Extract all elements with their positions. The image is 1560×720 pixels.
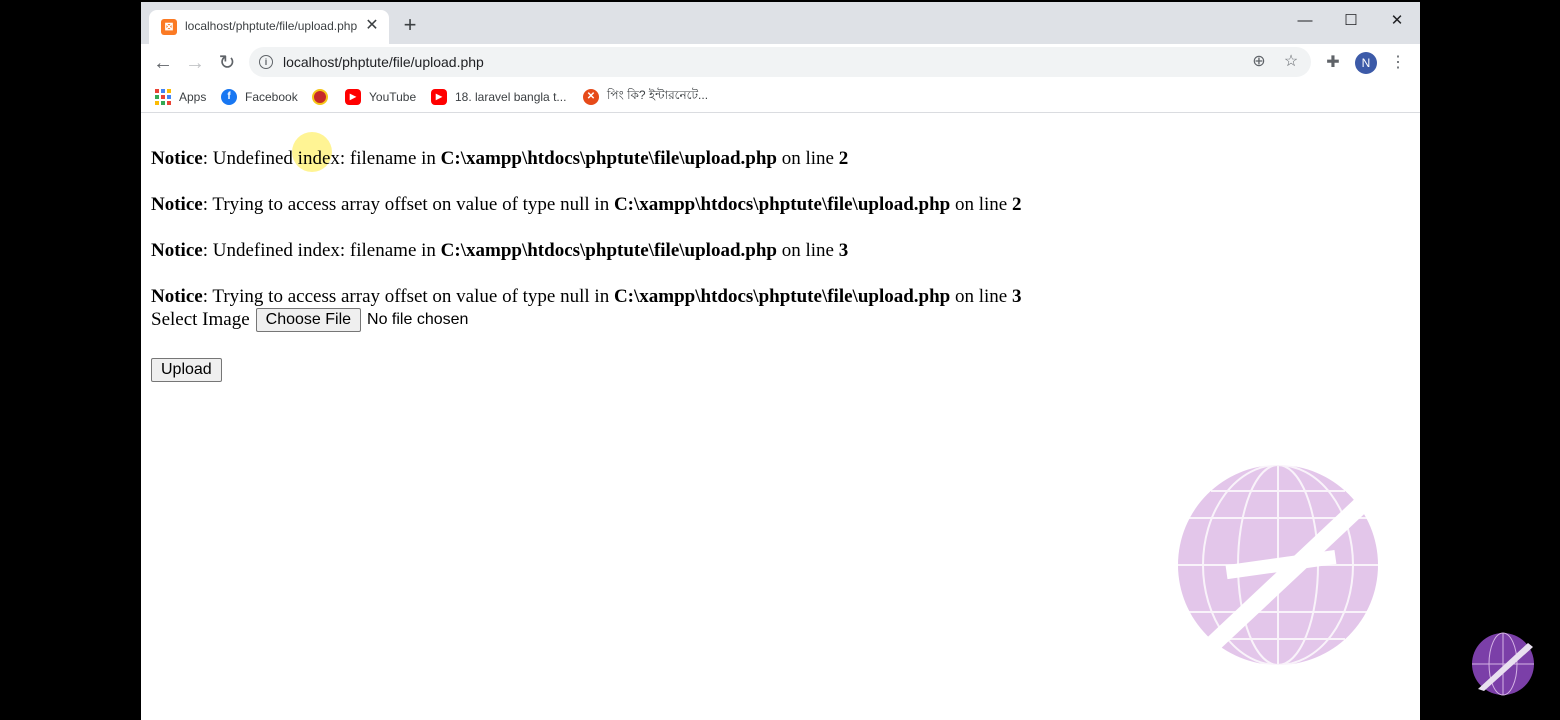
menu-kebab-icon[interactable]: ⋮	[1387, 52, 1409, 74]
youtube-icon: ▶	[431, 89, 447, 105]
back-icon[interactable]: ←	[150, 50, 176, 76]
notice-label: Notice	[151, 286, 203, 307]
browser-window: ⊠ localhost/phptute/file/upload.php ✕ + …	[141, 2, 1420, 720]
notice-path: C:\xampp\htdocs\phptute\file\upload.php	[613, 194, 951, 215]
tab-active[interactable]: ⊠ localhost/phptute/file/upload.php ✕	[149, 10, 389, 44]
notice-label: Notice	[151, 148, 203, 169]
url-text[interactable]: localhost/phptute/file/upload.php	[283, 54, 484, 70]
notice-suffix: on line	[781, 148, 834, 169]
apps-grid-icon	[155, 89, 171, 105]
notice-message: Trying to access array offset on value o…	[212, 194, 610, 215]
globe-watermark-icon	[1178, 464, 1378, 666]
close-window-button[interactable]: ✕	[1374, 7, 1420, 35]
notice-line-number: 3	[838, 240, 849, 261]
notice-line-number: 3	[1012, 286, 1022, 307]
youtube-icon: ▶	[345, 89, 361, 105]
tab-close-icon[interactable]: ✕	[363, 17, 381, 35]
corner-logo-icon	[1472, 632, 1534, 696]
info-icon[interactable]: i	[259, 55, 273, 69]
new-tab-icon[interactable]: +	[399, 14, 421, 36]
notice-suffix: on line	[955, 194, 1008, 215]
reload-icon[interactable]: ↻	[214, 50, 240, 76]
notice-suffix: on line	[781, 240, 834, 261]
zoom-icon[interactable]: ⊕	[1249, 52, 1269, 72]
notice-label: Notice	[151, 240, 203, 261]
bookmark-laravel[interactable]: ▶ 18. laravel bangla t...	[431, 88, 566, 106]
avatar[interactable]: N	[1355, 52, 1377, 74]
bookmark-label: YouTube	[369, 90, 417, 104]
notice-message: Trying to access array offset on value o…	[212, 286, 610, 307]
notice-line: Notice: Undefined index: filename in C:\…	[151, 148, 849, 169]
notice-line-number: 2	[838, 148, 849, 169]
address-bar[interactable]: i localhost/phptute/file/upload.php ⊕ ☆	[249, 47, 1311, 77]
bookmark-label: Apps	[179, 90, 207, 104]
notice-line: Notice: Trying to access array offset on…	[151, 194, 1022, 215]
notice-line-number: 2	[1012, 194, 1022, 215]
facebook-icon: f	[221, 89, 237, 105]
bookmarks-bar: Apps f Facebook ▶ YouTube ▶ 18. laravel …	[141, 82, 1420, 113]
notice-message: Undefined index: filename in	[212, 240, 436, 261]
bookmark-apps[interactable]: Apps	[155, 88, 206, 106]
bookmark-ping[interactable]: ✕ পিং কি? ইন্টারনেটে...	[583, 88, 708, 106]
tab-strip: ⊠ localhost/phptute/file/upload.php ✕ + …	[141, 2, 1420, 44]
file-input-row: Select Image Choose File No file chosen	[151, 308, 468, 332]
browser-toolbar: ← → ↻ i localhost/phptute/file/upload.ph…	[141, 44, 1420, 82]
xampp-icon: ⊠	[161, 19, 177, 35]
red-circle-icon	[312, 89, 328, 105]
bookmark-facebook[interactable]: f Facebook	[221, 88, 298, 106]
ping-icon: ✕	[583, 89, 599, 105]
bookmark-label: 18. laravel bangla t...	[455, 90, 567, 104]
bookmark-youtube[interactable]: ▶ YouTube	[345, 88, 416, 106]
bookmark-star-icon[interactable]: ☆	[1281, 52, 1301, 72]
bookmark-unnamed[interactable]	[312, 88, 336, 106]
notice-label: Notice	[151, 194, 203, 215]
extensions-icon[interactable]: ✚	[1322, 52, 1344, 74]
notice-suffix: on line	[955, 286, 1008, 307]
notice-message: Undefined index: filename in	[212, 148, 436, 169]
notice-line: Notice: Trying to access array offset on…	[151, 286, 1022, 307]
notice-path: C:\xampp\htdocs\phptute\file\upload.php	[440, 148, 777, 169]
choose-file-button[interactable]: Choose File	[255, 308, 362, 332]
bookmark-label: Facebook	[245, 90, 298, 104]
file-status-text: No file chosen	[367, 311, 469, 328]
tab-title: localhost/phptute/file/upload.php	[185, 19, 358, 33]
minimize-button[interactable]: —	[1282, 7, 1328, 35]
notice-path: C:\xampp\htdocs\phptute\file\upload.php	[613, 286, 951, 307]
bookmark-label: পিং কি? ইন্টারনেটে...	[607, 88, 709, 102]
maximize-button[interactable]: ☐	[1328, 7, 1374, 35]
upload-button[interactable]: Upload	[151, 358, 222, 382]
select-image-label: Select Image	[151, 309, 250, 330]
forward-icon[interactable]: →	[182, 50, 208, 76]
notice-path: C:\xampp\htdocs\phptute\file\upload.php	[440, 240, 777, 261]
notice-line: Notice: Undefined index: filename in C:\…	[151, 240, 849, 261]
